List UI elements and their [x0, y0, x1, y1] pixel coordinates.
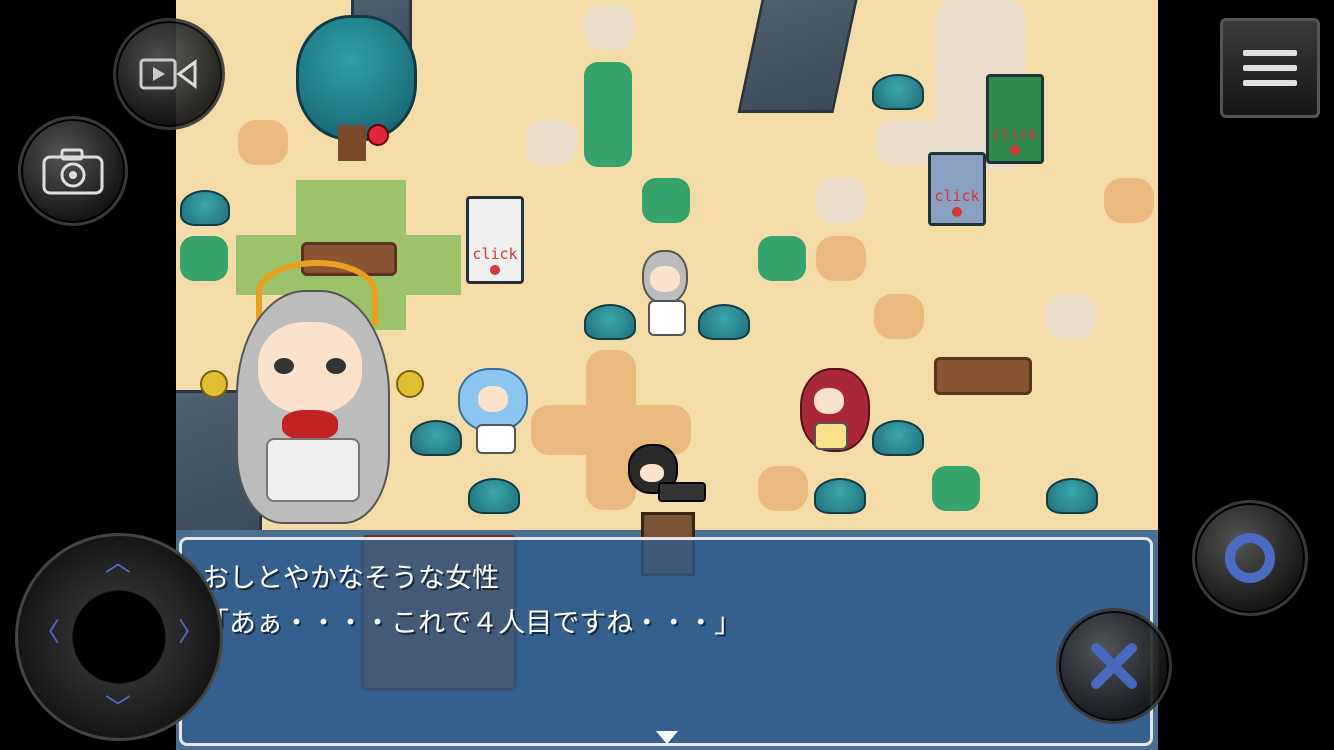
portrait-gentle-woman [196, 260, 426, 524]
npc-red-hair-girl[interactable] [800, 362, 872, 452]
stone-patch [584, 5, 634, 50]
stone-patch [526, 120, 576, 165]
camera-icon [42, 148, 104, 195]
record-button[interactable] [113, 18, 225, 130]
fallen-log [934, 357, 1032, 395]
x-cancel-icon [1091, 643, 1137, 689]
cancel-button[interactable] [1056, 608, 1172, 724]
menu-button[interactable] [1220, 18, 1320, 118]
cliff-top-right [737, 0, 859, 113]
npc-blue-hair-girl[interactable] [458, 368, 528, 454]
hamburger-menu-icon-bar [1243, 80, 1297, 86]
bush [698, 304, 750, 340]
red-dot-icon [490, 265, 500, 275]
red-dot-icon [1010, 145, 1020, 155]
circle-confirm-icon [1225, 533, 1275, 583]
dialog-message: 「あぁ・・・・これで４人目ですね・・・」 [202, 608, 742, 639]
bush [180, 190, 230, 226]
npc-gray-maid[interactable] [642, 250, 688, 336]
player-black-hair[interactable] [628, 444, 706, 502]
bush [1046, 478, 1098, 514]
hamburger-menu-icon-bar [1243, 65, 1297, 71]
tree-canopy [296, 15, 417, 141]
sign-label: click [992, 125, 1038, 143]
click-sign-blue[interactable]: click [928, 152, 986, 226]
dpad[interactable]: ︿ ﹀ 〈 〉 [15, 533, 223, 741]
click-sign-white[interactable]: click [466, 196, 524, 284]
grass-patch [758, 236, 806, 281]
bush [584, 304, 636, 340]
grass-patch [932, 466, 980, 511]
apple-icon[interactable] [367, 124, 389, 146]
dirt-patch [758, 466, 808, 511]
dirt-patch [816, 236, 866, 281]
hamburger-menu-icon [1243, 50, 1297, 56]
dirt-patch [238, 120, 288, 165]
dirt-patch [874, 294, 924, 339]
message-window[interactable]: おしとやかなそうな女性 「あぁ・・・・これで４人目ですね・・・」 [179, 537, 1153, 746]
tree-trunk [338, 125, 366, 161]
dpad-right-icon[interactable]: 〉 [178, 620, 204, 646]
dpad-down-icon[interactable]: ﹀ [105, 696, 131, 722]
grass-patch [642, 178, 690, 223]
dpad-up-icon[interactable]: ︿ [105, 550, 131, 576]
bush [872, 420, 924, 456]
bush [468, 478, 520, 514]
video-record-icon [139, 58, 197, 90]
click-sign-green[interactable]: click [986, 74, 1044, 164]
speaker-name: おしとやかなそうな女性 [202, 563, 499, 594]
bush [814, 478, 866, 514]
sign-label: click [472, 245, 518, 263]
grass-strip [584, 62, 632, 167]
red-dot-icon [952, 207, 962, 217]
continue-arrow-icon[interactable] [656, 731, 678, 744]
stone-patch [1046, 294, 1096, 339]
dpad-left-icon[interactable]: 〈 [34, 620, 60, 646]
screenshot-button[interactable] [18, 116, 128, 226]
confirm-button[interactable] [1192, 500, 1308, 616]
stone-patch [816, 178, 866, 223]
dirt-patch [1104, 178, 1154, 223]
bush [872, 74, 924, 110]
sign-label: click [934, 187, 980, 205]
